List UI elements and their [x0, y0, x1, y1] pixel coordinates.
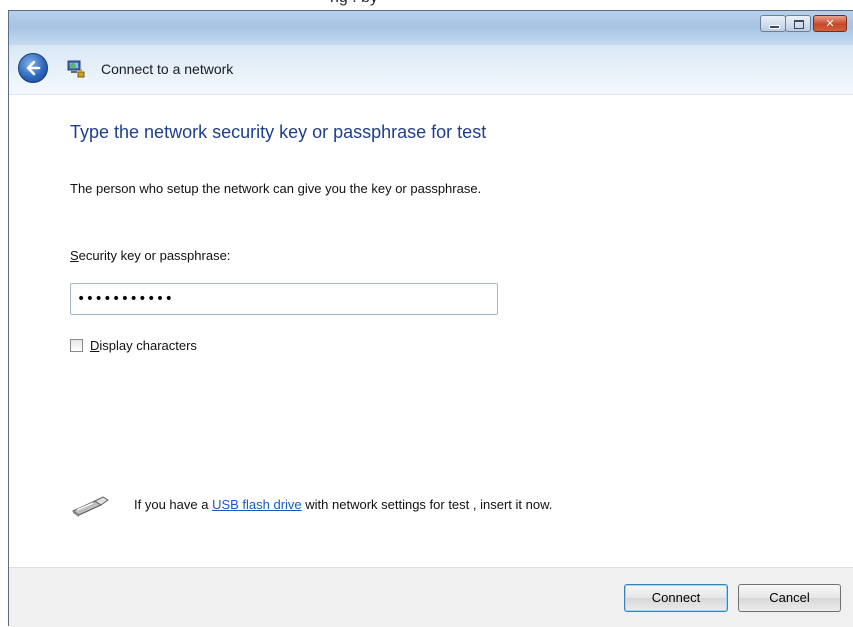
usb-text-suffix: with network settings for test , insert … [301, 497, 553, 512]
dialog-content: Type the network security key or passphr… [9, 95, 853, 567]
connect-button[interactable]: Connect [624, 584, 728, 612]
dialog-footer: Connect Cancel [9, 567, 853, 627]
usb-text-prefix: If you have a [134, 497, 213, 512]
network-icon [67, 60, 85, 78]
page-heading: Type the network security key or passphr… [70, 122, 487, 142]
display-characters-option[interactable]: Display characters [70, 338, 197, 353]
minimize-button[interactable] [760, 15, 786, 32]
background-window-strip: ng . by [0, 0, 853, 10]
label-text: ecurity key or passphrase: [78, 248, 231, 263]
background-window-text: ng . by [330, 0, 378, 7]
usb-instruction-text: If you have a USB flash drive with netwo… [134, 497, 552, 512]
security-key-input[interactable]: ••••••••••• [70, 283, 498, 315]
title-bar[interactable] [9, 11, 853, 45]
usb-drive-icon [71, 496, 109, 517]
maximize-button[interactable] [785, 15, 811, 32]
window-title: Connect to a network [101, 61, 234, 77]
caption-buttons [760, 15, 847, 32]
label-text: isplay characters [99, 338, 197, 353]
display-characters-label[interactable]: Display characters [90, 338, 197, 353]
back-arrow-icon [26, 60, 41, 76]
navigation-bar: Connect to a network [9, 45, 853, 95]
cancel-button[interactable]: Cancel [738, 584, 841, 612]
connect-to-network-window: Connect to a network Type the network se… [8, 10, 853, 627]
description-text: The person who setup the network can giv… [70, 181, 482, 196]
back-button[interactable] [18, 53, 48, 83]
accelerator-key: S [70, 248, 79, 263]
display-characters-checkbox[interactable] [70, 339, 83, 352]
close-button[interactable] [813, 15, 847, 32]
security-key-label: Security key or passphrase: [70, 248, 230, 263]
usb-flash-drive-link[interactable]: USB flash drive [212, 497, 302, 512]
accelerator-key: D [90, 338, 100, 353]
